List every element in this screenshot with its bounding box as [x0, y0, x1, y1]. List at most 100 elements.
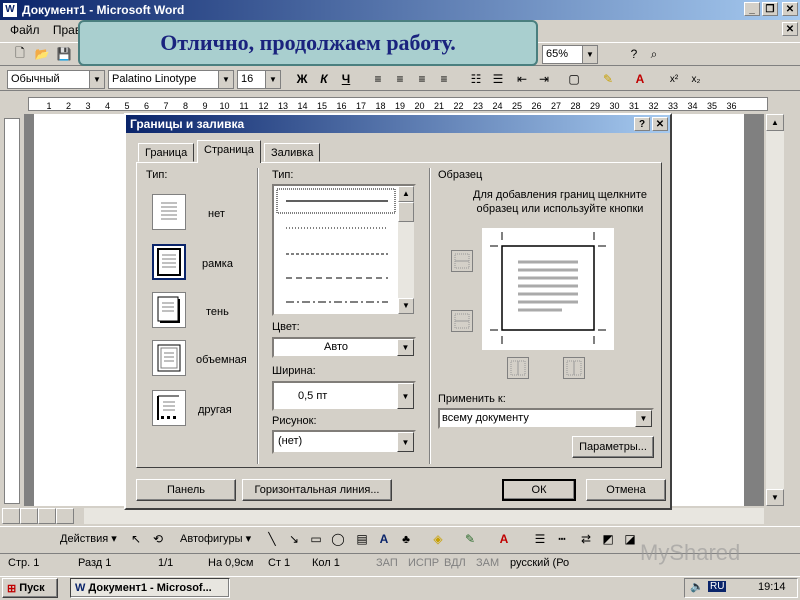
setting-box-label[interactable]: рамка	[202, 258, 233, 270]
setting-none-icon[interactable]	[152, 194, 186, 230]
align-left-icon[interactable]: ≡	[368, 69, 388, 89]
apply-to-select[interactable]: всему документу ▼	[438, 408, 654, 429]
left-border-button[interactable]	[507, 357, 529, 379]
setting-3d-label[interactable]: объемная	[196, 354, 247, 366]
select-arrow-icon[interactable]: ↖	[126, 529, 146, 549]
minimize-button[interactable]: _	[744, 2, 760, 16]
dialog-help-button[interactable]: ?	[634, 117, 650, 131]
vertical-ruler[interactable]	[4, 118, 20, 504]
status-rec[interactable]: ЗАП	[376, 556, 398, 572]
new-document-icon[interactable]: 🗋	[10, 44, 30, 64]
options-button[interactable]: Параметры...	[572, 436, 654, 458]
scroll-up-button[interactable]: ▲	[766, 114, 784, 131]
subscript-icon[interactable]: x₂	[686, 69, 706, 89]
arrow-style-icon[interactable]: ⇄	[576, 529, 596, 549]
font-color-icon[interactable]: A	[630, 69, 650, 89]
dialog-close-button[interactable]: ✕	[652, 117, 668, 131]
help-icon[interactable]: ?	[624, 44, 644, 64]
align-right-icon[interactable]: ≡	[412, 69, 432, 89]
word-app-icon[interactable]: W	[3, 3, 17, 17]
textbox-icon[interactable]: ▤	[352, 529, 372, 549]
layout-view-button[interactable]	[38, 508, 56, 524]
web-view-button[interactable]	[20, 508, 38, 524]
align-center-icon[interactable]: ≡	[390, 69, 410, 89]
rotate-icon[interactable]: ⟲	[148, 529, 168, 549]
start-button[interactable]: ⊞ Пуск	[2, 578, 58, 598]
style-scroll-down[interactable]: ▼	[398, 298, 414, 314]
status-trk[interactable]: ИСПР	[408, 556, 439, 572]
status-ext[interactable]: ВДЛ	[444, 556, 466, 572]
horizontal-line-button[interactable]: Горизонтальная линия...	[242, 479, 392, 501]
art-select[interactable]: (нет) ▼	[272, 430, 416, 454]
zoom-select[interactable]: 65% ▼	[542, 45, 598, 64]
style-scroll-up[interactable]: ▲	[398, 186, 414, 202]
align-justify-icon[interactable]: ≡	[434, 69, 454, 89]
line-style-list[interactable]	[272, 184, 416, 316]
font-select[interactable]: Palatino Linotype ▼	[108, 70, 234, 89]
rectangle-icon[interactable]: ▭	[306, 529, 326, 549]
line-style-icon[interactable]: ☰	[530, 529, 550, 549]
cancel-button[interactable]: Отмена	[586, 479, 666, 501]
scroll-down-button[interactable]: ▼	[766, 489, 784, 506]
toolbar-button[interactable]: Панель	[136, 479, 236, 501]
oval-icon[interactable]: ◯	[328, 529, 348, 549]
wordart-icon[interactable]: A	[374, 529, 394, 549]
setting-shadow-label[interactable]: тень	[206, 306, 229, 318]
speaker-icon[interactable]: 🔈	[690, 580, 704, 593]
language-indicator[interactable]: RU	[708, 581, 727, 592]
line-color-icon[interactable]: ✎	[460, 529, 480, 549]
style-scroll-thumb[interactable]	[398, 202, 414, 222]
chevron-down-icon[interactable]: ▼	[397, 432, 414, 452]
clipart-icon[interactable]: ♣	[396, 529, 416, 549]
bottom-border-button[interactable]	[451, 310, 473, 332]
autoshapes-menu[interactable]: Автофигуры ▾	[180, 532, 251, 545]
setting-box-icon[interactable]	[152, 244, 186, 280]
border-preview[interactable]	[482, 228, 614, 350]
highlight-icon[interactable]: ✎	[598, 69, 618, 89]
normal-view-button[interactable]	[2, 508, 20, 524]
line-icon[interactable]: ╲	[262, 529, 282, 549]
drawing-font-color-icon[interactable]: A	[494, 529, 514, 549]
open-folder-icon[interactable]: 📂	[32, 44, 52, 64]
setting-custom-label[interactable]: другая	[198, 404, 232, 416]
borders-icon[interactable]: ▢	[564, 69, 584, 89]
font-size-select[interactable]: 16 ▼	[237, 70, 281, 89]
fill-color-icon[interactable]: ◈	[428, 529, 448, 549]
status-ovr[interactable]: ЗАМ	[476, 556, 499, 572]
tab-page-border[interactable]: Страница	[197, 140, 261, 163]
superscript-icon[interactable]: x²	[664, 69, 684, 89]
bold-button[interactable]: Ж	[292, 69, 312, 89]
color-select[interactable]: Авто ▼	[272, 337, 416, 358]
find-icon[interactable]: ⌕	[644, 44, 664, 64]
decrease-indent-icon[interactable]: ⇤	[512, 69, 532, 89]
vertical-scrollbar[interactable]	[766, 114, 784, 506]
style-select[interactable]: Обычный ▼	[7, 70, 105, 89]
setting-shadow-icon[interactable]	[152, 292, 186, 328]
3d-icon[interactable]: ◪	[620, 529, 640, 549]
maximize-button[interactable]: ❐	[762, 2, 778, 16]
menu-file[interactable]: Файл	[10, 23, 40, 37]
italic-button[interactable]: К	[314, 69, 334, 89]
underline-button[interactable]: Ч	[336, 69, 356, 89]
setting-custom-icon[interactable]	[152, 390, 186, 426]
tab-borders[interactable]: Граница	[138, 143, 195, 162]
top-border-button[interactable]	[451, 250, 473, 272]
increase-indent-icon[interactable]: ⇥	[534, 69, 554, 89]
width-select[interactable]: 0,5 пт ▼	[272, 381, 416, 411]
dash-style-icon[interactable]: ┅	[552, 529, 572, 549]
bullets-icon[interactable]: ☰	[488, 69, 508, 89]
outline-view-button[interactable]	[56, 508, 74, 524]
chevron-down-icon[interactable]: ▼	[397, 339, 414, 356]
doc-close-button[interactable]: ✕	[782, 22, 798, 36]
arrow-icon[interactable]: ↘	[284, 529, 304, 549]
chevron-down-icon[interactable]: ▼	[397, 383, 414, 409]
ok-button[interactable]: ОК	[502, 479, 576, 501]
taskbar-word-button[interactable]: W Документ1 - Microsof...	[70, 578, 230, 598]
right-border-button[interactable]	[563, 357, 585, 379]
tab-shading[interactable]: Заливка	[264, 143, 321, 162]
shadow-icon[interactable]: ◩	[598, 529, 618, 549]
close-button[interactable]: ✕	[782, 2, 798, 16]
actions-menu[interactable]: Действия ▾	[60, 532, 117, 545]
horizontal-ruler[interactable]: 1 2 3 4 5 6 7 8 9 10 11 12 13 14 15 16 17 18 19 20 21 22 23 24 2…	[28, 97, 768, 111]
setting-none-label[interactable]: нет	[208, 208, 225, 220]
